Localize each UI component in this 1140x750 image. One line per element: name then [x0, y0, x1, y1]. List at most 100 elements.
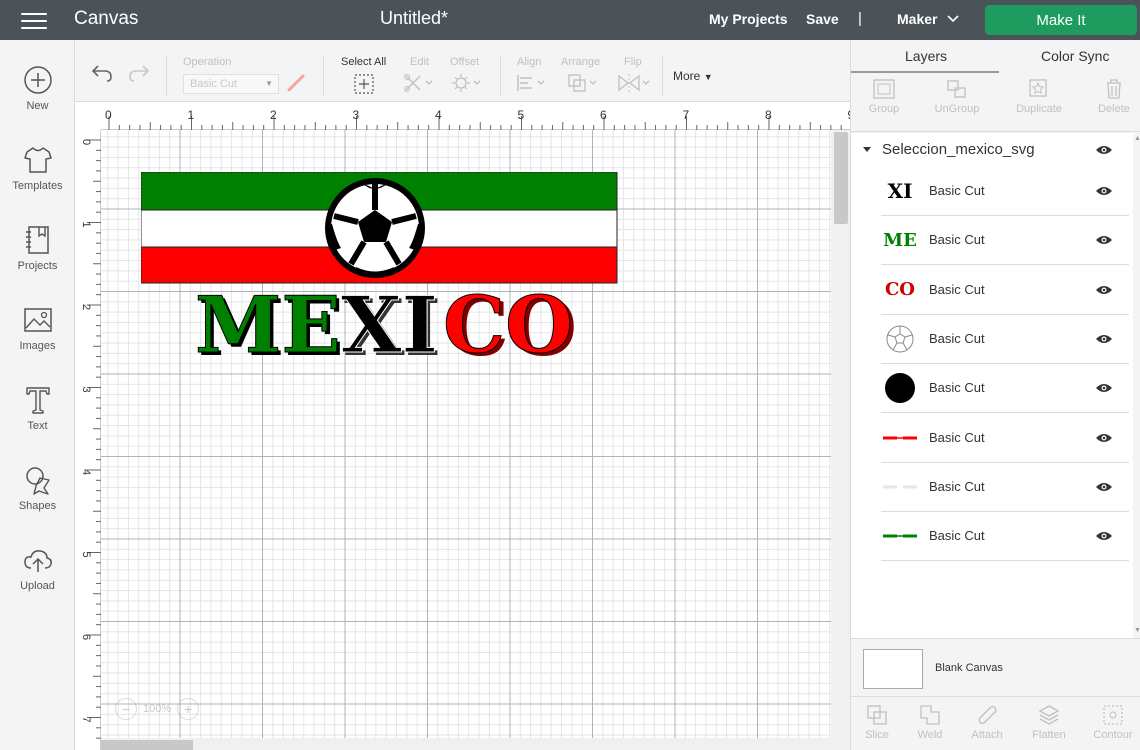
redo-icon[interactable] [127, 63, 151, 83]
nav-new[interactable]: New [0, 64, 75, 134]
layer-row[interactable]: Basic Cut [881, 512, 1129, 562]
scroll-down-icon[interactable]: ▼ [1134, 627, 1140, 634]
more-button[interactable]: More ▼ [673, 69, 713, 83]
layer-group-row[interactable]: Seleccion_mexico_svg [851, 133, 1133, 167]
my-projects-link[interactable]: My Projects [709, 11, 788, 27]
make-it-button[interactable]: Make It [985, 5, 1137, 35]
horizontal-scrollbar[interactable] [101, 738, 831, 750]
design-text-co[interactable]: CO [443, 280, 574, 363]
eye-icon[interactable] [1095, 185, 1113, 197]
vertical-scrollbar[interactable] [831, 130, 850, 750]
machine-select[interactable]: Maker [897, 11, 937, 27]
slice-button[interactable]: Slice [849, 703, 905, 741]
attach-button[interactable]: Attach [959, 703, 1015, 741]
arrange-icon[interactable] [567, 73, 599, 93]
nav-shapes[interactable]: Shapes [0, 464, 75, 534]
nav-label: Shapes [18, 500, 57, 512]
document-title[interactable]: Untitled* [380, 8, 448, 29]
zoom-out-button[interactable]: − [115, 698, 137, 720]
caret-down-icon[interactable] [863, 147, 871, 152]
save-link[interactable]: Save [806, 11, 839, 27]
design-canvas[interactable]: 0123456789 01234567 ME ME XI [75, 102, 850, 750]
edit-toolbar: Operation Basic Cut ▼ Select All Edit Of… [75, 40, 850, 102]
eye-icon[interactable] [1095, 144, 1113, 156]
group-button[interactable]: Group [854, 78, 914, 115]
align-icon[interactable] [515, 73, 547, 93]
ungroup-button[interactable]: UnGroup [927, 78, 987, 115]
flatten-button[interactable]: Flatten [1021, 703, 1077, 741]
layer-row[interactable]: Basic Cut [881, 463, 1129, 512]
ruler-top-label: 5 [518, 108, 525, 122]
layer-name: Basic Cut [929, 528, 985, 544]
select-all-icon[interactable] [353, 73, 375, 95]
tab-layers[interactable]: Layers [905, 48, 947, 64]
flatten-label: Flatten [1032, 729, 1066, 741]
layer-row[interactable]: XI Basic Cut [881, 167, 1129, 216]
eye-icon[interactable] [1095, 432, 1113, 444]
toolbar-divider [662, 56, 663, 96]
zoom-in-button[interactable]: + [177, 698, 200, 720]
vertical-scroll-thumb[interactable] [834, 132, 848, 224]
operation-select[interactable]: Basic Cut ▼ [183, 74, 279, 94]
duplicate-button[interactable]: Duplicate [1009, 78, 1069, 115]
delete-button[interactable]: Delete [1084, 78, 1140, 115]
design-text-xi[interactable]: XI [341, 280, 439, 363]
toolbar-divider [323, 56, 324, 96]
more-label: More [673, 69, 701, 83]
layer-row[interactable]: Basic Cut [881, 414, 1129, 463]
nav-text[interactable]: Text [0, 384, 75, 454]
soccer-ball[interactable] [325, 178, 425, 278]
blank-canvas-label: Blank Canvas [935, 662, 1003, 674]
shirt-icon [23, 147, 52, 173]
eye-icon[interactable] [1095, 333, 1113, 345]
nav-images[interactable]: Images [0, 304, 75, 374]
contour-icon [1103, 705, 1123, 725]
text-icon [25, 387, 50, 414]
nav-label: New [26, 100, 49, 112]
layer-row[interactable]: ME Basic Cut [881, 216, 1129, 266]
layer-tools: Group UnGroup Duplicate Delete [851, 74, 1140, 132]
pen-color-icon[interactable] [286, 73, 306, 93]
notebook-icon [25, 226, 49, 254]
eye-icon[interactable] [1095, 382, 1113, 394]
flip-label: Flip [624, 56, 642, 68]
nav-templates[interactable]: Templates [0, 144, 75, 214]
trash-icon [1107, 79, 1121, 99]
offset-icon[interactable] [451, 73, 483, 93]
contour-button[interactable]: Contour [1085, 703, 1140, 741]
edit-label: Edit [410, 56, 429, 68]
mexico-design[interactable]: ME ME XI XI CO CO [141, 172, 621, 362]
nav-projects[interactable]: Projects [0, 224, 75, 294]
layer-row[interactable]: Basic Cut [881, 364, 1129, 414]
hamburger-menu-icon[interactable] [21, 13, 47, 31]
ruler-left-ticks: 0 1 2 3 4 5 6 7 [80, 139, 101, 739]
attach-label: Attach [971, 729, 1003, 741]
layer-thumb-co: CO [884, 279, 915, 301]
layer-row[interactable]: CO Basic Cut [881, 266, 1129, 315]
layer-name: Basic Cut [929, 183, 985, 198]
scroll-up-icon[interactable]: ▲ [1134, 135, 1140, 142]
layer-row[interactable]: Basic Cut [881, 315, 1129, 364]
blank-canvas-row[interactable]: Blank Canvas [851, 638, 1140, 696]
nav-upload[interactable]: Upload [0, 544, 75, 614]
layers-scrollbar[interactable]: ▲ ▼ [1133, 133, 1140, 638]
plus-circle-icon [23, 66, 52, 94]
layer-name: Basic Cut [929, 232, 985, 248]
eye-icon[interactable] [1095, 234, 1113, 246]
design-text-me[interactable]: ME [195, 280, 342, 363]
weld-button[interactable]: Weld [902, 703, 958, 741]
blank-canvas-swatch[interactable] [863, 649, 923, 689]
eye-icon[interactable] [1095, 481, 1113, 493]
chevron-down-icon[interactable] [947, 12, 959, 24]
eye-icon[interactable] [1095, 284, 1113, 296]
horizontal-scroll-thumb[interactable] [101, 740, 193, 750]
edit-scissors-icon[interactable] [403, 73, 435, 93]
undo-icon[interactable] [90, 63, 114, 83]
eye-icon[interactable] [1095, 530, 1113, 542]
ruler-left-label: 1 [80, 222, 92, 228]
flip-icon[interactable] [617, 73, 651, 93]
canvas-grid[interactable]: ME ME XI XI CO CO [101, 130, 831, 740]
layer-name: Basic Cut [929, 380, 985, 396]
white-stripe-icon [883, 470, 917, 504]
tab-color-sync[interactable]: Color Sync [1041, 48, 1109, 64]
